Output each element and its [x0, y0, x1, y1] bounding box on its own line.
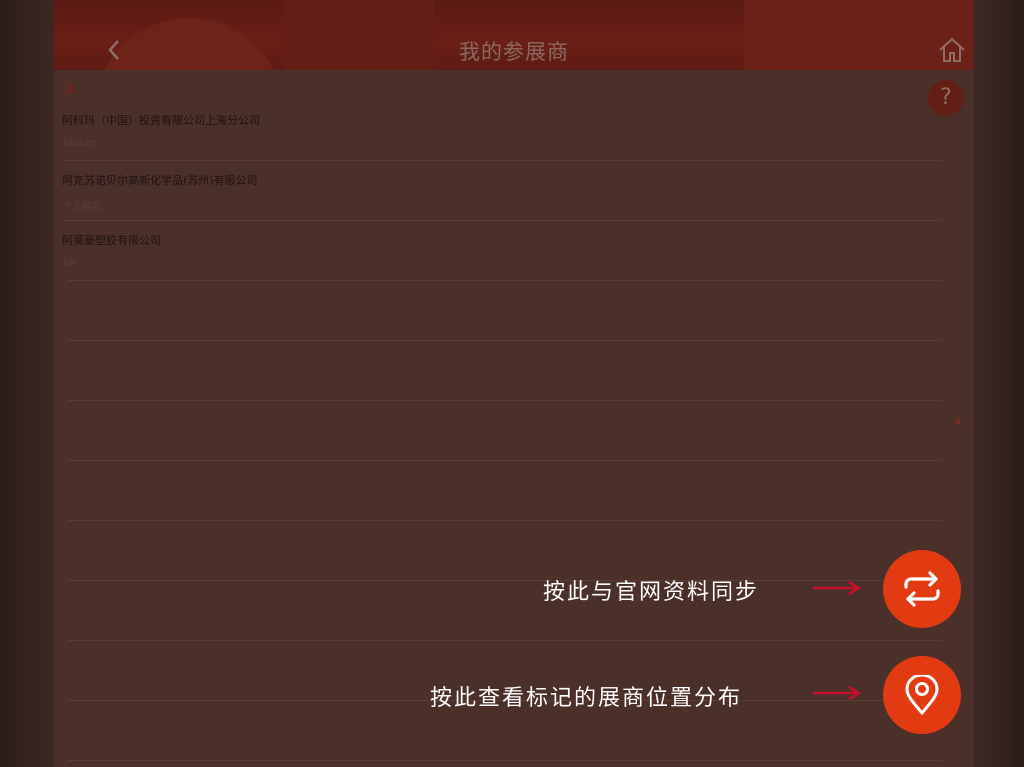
exhibitor-name: 阿莱豪塑胶有限公司 — [62, 234, 161, 247]
sync-button[interactable] — [883, 550, 961, 628]
list-item[interactable]: 阿科玛（中国）投资有限公司上海分公司 — [62, 82, 942, 142]
exhibitor-name: 阿克苏诺贝尔高新化学品(苏州)有限公司 — [62, 174, 258, 187]
sync-icon — [904, 571, 940, 607]
exhibitor-sub: 宁上阿彩 — [62, 202, 102, 213]
home-icon[interactable] — [938, 37, 966, 63]
divider — [68, 520, 942, 521]
map-location-button[interactable] — [883, 656, 961, 734]
app-panel: 我的参展商 ? A 阿科玛（中国）投资有限公司上海分公司 Ablaze 阿克苏诺… — [54, 0, 974, 767]
location-pin-icon — [905, 675, 939, 715]
sync-hint-arrow — [813, 580, 862, 596]
list-item[interactable]: 宁上阿彩 阿莱豪塑胶有限公司 — [62, 202, 942, 262]
page-title: 我的参展商 — [459, 40, 569, 64]
left-backdrop — [0, 0, 54, 767]
divider — [68, 460, 942, 461]
list-item[interactable]: AB — [62, 258, 942, 322]
divider — [68, 640, 942, 641]
map-hint-text: 按此查看标记的展商位置分布 — [430, 686, 743, 711]
divider — [68, 580, 942, 581]
divider — [68, 760, 942, 761]
exhibitor-sub: AB — [62, 258, 76, 269]
exhibitor-name: 阿科玛（中国）投资有限公司上海分公司 — [62, 114, 260, 127]
sync-hint-text: 按此与官网资料同步 — [543, 580, 760, 605]
divider — [68, 280, 942, 281]
index-bar-letter[interactable]: A — [954, 416, 962, 429]
exhibitor-sub: Ablaze — [62, 138, 96, 149]
right-backdrop — [974, 0, 1024, 767]
divider — [68, 340, 942, 341]
header-bar: 我的参展商 — [54, 0, 974, 70]
divider — [68, 400, 942, 401]
map-hint-arrow — [813, 685, 862, 701]
list-item[interactable]: Ablaze 阿克苏诺贝尔高新化学品(苏州)有限公司 — [62, 138, 942, 202]
